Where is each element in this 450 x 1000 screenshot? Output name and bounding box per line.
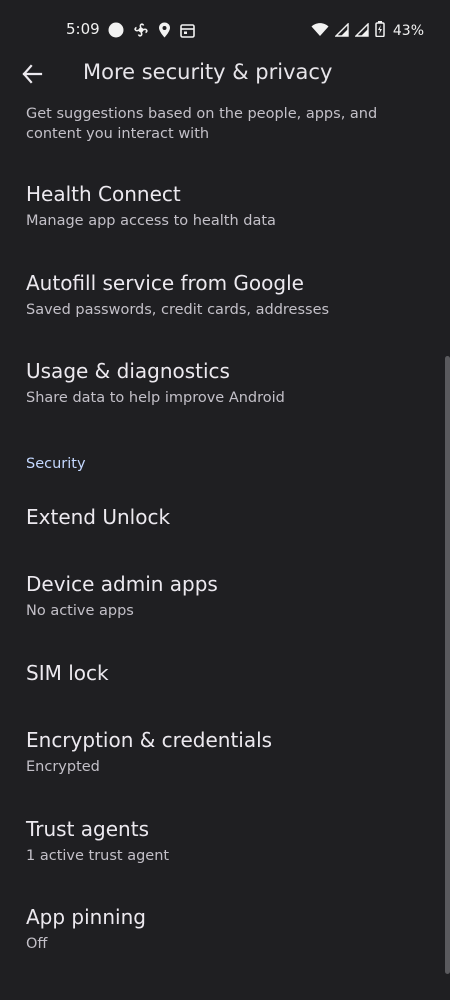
status-time: 5:09	[66, 20, 100, 38]
item-title: SIM lock	[26, 661, 109, 685]
partial-summary: Get suggestions based on the people, app…	[26, 106, 378, 142]
back-button[interactable]	[16, 58, 48, 90]
extend-unlock-item[interactable]: Extend Unlock	[26, 505, 430, 529]
app-pinning-item[interactable]: App pinning Off	[26, 905, 430, 954]
signal-icon-2	[354, 21, 369, 41]
status-left-icons	[108, 22, 195, 42]
device-admin-apps-item[interactable]: Device admin apps No active apps	[26, 572, 430, 621]
item-title: App pinning	[26, 905, 146, 929]
item-title: Autofill service from Google	[26, 271, 304, 295]
autofill-item[interactable]: Autofill service from Google Saved passw…	[26, 271, 430, 320]
usage-diagnostics-item[interactable]: Usage & diagnostics Share data to help i…	[26, 359, 430, 408]
fan-icon	[133, 22, 149, 42]
item-title: Usage & diagnostics	[26, 359, 230, 383]
wifi-icon	[311, 22, 329, 41]
item-title: Device admin apps	[26, 572, 218, 596]
calendar-icon	[180, 23, 195, 42]
encryption-credentials-item[interactable]: Encryption & credentials Encrypted	[26, 728, 430, 777]
item-title: Trust agents	[26, 817, 149, 841]
trust-agents-item[interactable]: Trust agents 1 active trust agent	[26, 817, 430, 866]
battery-icon	[375, 21, 385, 41]
item-summary: Saved passwords, credit cards, addresses	[26, 302, 330, 318]
signal-icon	[334, 21, 349, 41]
scrollbar[interactable]	[445, 356, 450, 974]
item-summary: Share data to help improve Android	[26, 390, 285, 406]
location-icon	[158, 22, 171, 42]
item-title: Encryption & credentials	[26, 728, 273, 752]
circle-icon	[108, 22, 124, 42]
page-title: More security & privacy	[83, 60, 333, 84]
app-bar: More security & privacy	[0, 50, 450, 100]
status-right-icons: 43%	[311, 21, 424, 41]
item-title: Extend Unlock	[26, 505, 171, 529]
health-connect-item[interactable]: Health Connect Manage app access to heal…	[26, 182, 430, 231]
item-summary: 1 active trust agent	[26, 848, 170, 864]
back-arrow-icon	[22, 64, 43, 84]
item-summary: Manage app access to health data	[26, 213, 276, 229]
battery-percentage: 43%	[392, 23, 424, 39]
sim-lock-item[interactable]: SIM lock	[26, 661, 430, 685]
item-summary: Off	[26, 936, 48, 952]
item-summary: No active apps	[26, 603, 134, 619]
settings-list[interactable]: Get suggestions based on the people, app…	[0, 100, 450, 1000]
item-summary: Encrypted	[26, 759, 100, 775]
section-header-security: Security	[26, 456, 86, 472]
item-title: Health Connect	[26, 182, 181, 206]
